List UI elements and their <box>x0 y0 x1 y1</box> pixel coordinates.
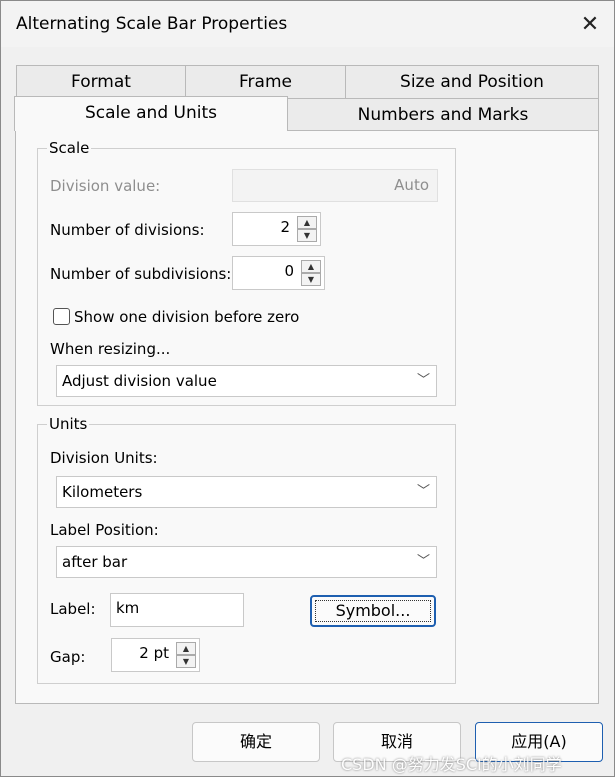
label-position-value: after bar <box>62 553 128 571</box>
close-icon[interactable]: ✕ <box>571 9 609 41</box>
symbol-button[interactable]: Symbol... <box>310 595 436 627</box>
division-units-select[interactable]: Kilometers ﹀ <box>56 476 437 508</box>
when-resizing-label: When resizing... <box>50 340 171 358</box>
tab-numbers-and-marks[interactable]: Numbers and Marks <box>287 98 599 131</box>
when-resizing-value: Adjust division value <box>62 372 217 390</box>
scale-group-label: Scale <box>47 139 92 157</box>
label-text-label: Label: <box>50 600 96 618</box>
num-divisions-spin: ▲ ▼ <box>297 216 317 242</box>
tab-scale-and-units[interactable]: Scale and Units <box>14 96 288 131</box>
label-position-label: Label Position: <box>50 521 159 539</box>
spin-down-icon[interactable]: ▼ <box>301 273 321 286</box>
division-units-label: Division Units: <box>50 449 158 467</box>
ok-button[interactable]: 确定 <box>192 722 320 762</box>
watermark: CSDN @努力发SCI的小刘同学 <box>341 755 562 774</box>
division-value-label: Division value: <box>50 177 161 195</box>
focus-rectangle <box>315 600 431 622</box>
label-text-value: km <box>116 599 140 617</box>
show-before-zero-label[interactable]: Show one division before zero <box>74 308 299 326</box>
num-divisions-value: 2 <box>280 218 290 236</box>
when-resizing-select[interactable]: Adjust division value ﹀ <box>56 365 437 397</box>
spin-up-icon[interactable]: ▲ <box>176 642 196 655</box>
tab-format[interactable]: Format <box>16 65 186 99</box>
show-before-zero-checkbox[interactable] <box>53 308 70 325</box>
label-text-input[interactable]: km <box>110 593 244 627</box>
num-subdivisions-value: 0 <box>284 262 294 280</box>
gap-label: Gap: <box>50 648 86 666</box>
gap-stepper[interactable]: 2 pt ▲ ▼ <box>111 638 200 672</box>
chevron-down-icon: ﹀ <box>416 554 430 569</box>
title-bar: Alternating Scale Bar Properties ✕ <box>1 1 614 47</box>
tab-panel: Scale Division value: Auto Number of div… <box>15 130 599 704</box>
properties-dialog: Alternating Scale Bar Properties ✕ Forma… <box>0 0 615 777</box>
num-subdivisions-label: Number of subdivisions: <box>50 265 232 283</box>
num-divisions-stepper[interactable]: 2 ▲ ▼ <box>232 212 321 246</box>
num-subdivisions-spin: ▲ ▼ <box>301 260 321 286</box>
spin-down-icon[interactable]: ▼ <box>176 655 196 668</box>
num-subdivisions-stepper[interactable]: 0 ▲ ▼ <box>232 256 325 290</box>
chevron-down-icon: ﹀ <box>416 484 430 499</box>
division-value-field: Auto <box>232 169 438 202</box>
spin-down-icon[interactable]: ▼ <box>297 229 317 242</box>
gap-spin: ▲ ▼ <box>176 642 196 668</box>
tab-frame[interactable]: Frame <box>185 65 346 99</box>
num-divisions-label: Number of divisions: <box>50 221 205 239</box>
division-units-value: Kilometers <box>62 483 143 501</box>
gap-value: 2 pt <box>139 644 169 662</box>
tab-size-and-position[interactable]: Size and Position <box>345 65 599 99</box>
units-group-label: Units <box>47 415 90 433</box>
window-title: Alternating Scale Bar Properties <box>16 14 288 34</box>
spin-up-icon[interactable]: ▲ <box>297 216 317 229</box>
label-position-select[interactable]: after bar ﹀ <box>56 546 437 578</box>
spin-up-icon[interactable]: ▲ <box>301 260 321 273</box>
chevron-down-icon: ﹀ <box>416 373 430 388</box>
